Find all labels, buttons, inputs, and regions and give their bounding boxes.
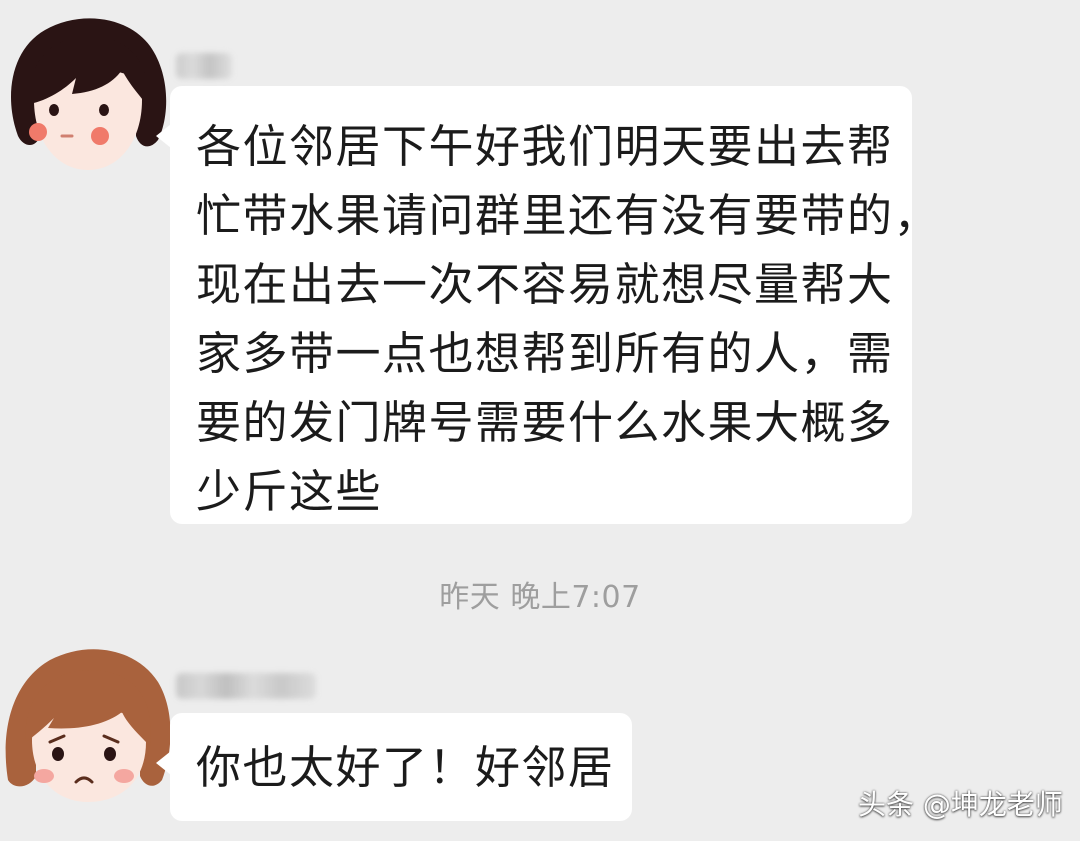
message-line: 少斤这些 [196, 465, 383, 518]
avatar-icon[interactable] [0, 8, 175, 183]
message-line: 要的发门牌号需要什么水果大概多 [196, 396, 894, 449]
sender-name-blurred [176, 53, 232, 79]
sender-name-blurred [176, 673, 316, 699]
avatar-girl-dark-hair [10, 18, 167, 170]
message-timestamp: 昨天 晚上7:07 [439, 580, 641, 615]
avatar-girl-brown-hair [5, 649, 171, 802]
message-bubble[interactable]: 你也太好了！好邻居 [156, 713, 632, 821]
chat-window: 各位邻居下午好我们明天要出去帮 忙带水果请问群里还有没有要带的， 现在出去一次不… [0, 0, 1080, 841]
avatar-icon[interactable] [0, 630, 175, 805]
message-line: 现在出去一次不容易就想尽量帮大 [196, 258, 894, 311]
message-line: 忙带水果请问群里还有没有要带的， [196, 189, 941, 242]
watermark-text: 头条 @坤龙老师 [858, 788, 1063, 821]
message-bubble[interactable]: 各位邻居下午好我们明天要出去帮 忙带水果请问群里还有没有要带的， 现在出去一次不… [156, 86, 941, 524]
message-line: 家多带一点也想帮到所有的人，需 [196, 327, 894, 380]
message-line: 各位邻居下午好我们明天要出去帮 [196, 120, 894, 173]
message-line: 你也太好了！好邻居 [196, 741, 615, 794]
